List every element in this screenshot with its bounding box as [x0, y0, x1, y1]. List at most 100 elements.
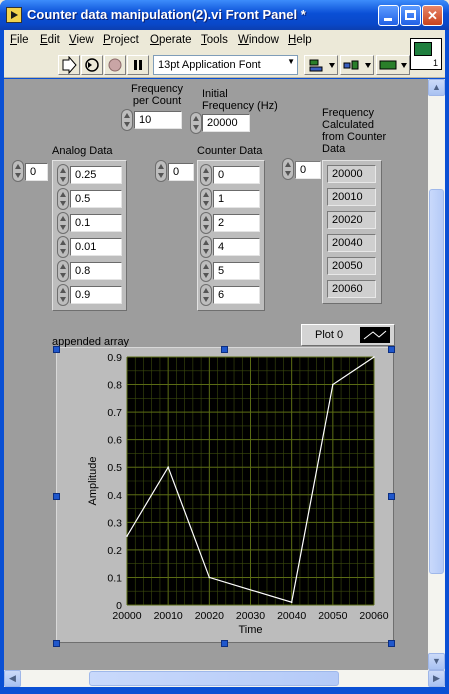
analog-index-input[interactable]: 0	[25, 163, 48, 181]
front-panel: Frequency per Count 10 Initial Frequency…	[4, 79, 428, 670]
close-button[interactable]: ✕	[422, 5, 443, 26]
analog-data-element-increment[interactable]	[57, 188, 69, 210]
freq-per-count-increment[interactable]	[121, 109, 133, 131]
toolbar: 13pt Application Font ▼	[4, 52, 445, 78]
pause-button[interactable]	[127, 55, 149, 75]
vi-connector-icon[interactable]: 1	[410, 38, 442, 70]
freq-per-count-label: Frequency per Count	[131, 83, 183, 107]
data-point	[373, 356, 375, 358]
analog-data-element-increment[interactable]	[57, 284, 69, 306]
vi-icon-screen	[414, 42, 432, 56]
menu-window[interactable]: Window	[238, 34, 279, 46]
counter-data-element-increment[interactable]	[200, 212, 212, 234]
x-tick-label: 20050	[318, 610, 347, 622]
counter-data-element-increment[interactable]	[200, 164, 212, 186]
freq-calc-index-increment[interactable]	[282, 158, 294, 180]
freq-calc-index-input[interactable]: 0	[295, 161, 321, 179]
counter-data-element[interactable]: 5	[213, 262, 260, 280]
analog-data-element[interactable]: 0.25	[70, 166, 122, 184]
menu-file[interactable]: File	[10, 34, 29, 46]
resize-handle[interactable]	[221, 640, 228, 647]
scroll-down-button[interactable]: ▼	[428, 653, 445, 670]
scroll-up-button[interactable]: ▲	[428, 79, 445, 96]
counter-data-element[interactable]: 4	[213, 238, 260, 256]
counter-data-element[interactable]: 6	[213, 286, 260, 304]
scroll-right-button[interactable]: ▶	[428, 670, 445, 687]
font-menu[interactable]: 13pt Application Font ▼	[153, 55, 298, 75]
chevron-down-icon: ▼	[287, 57, 295, 66]
horizontal-scrollbar[interactable]: ◀ ▶	[4, 670, 445, 687]
scroll-left-button[interactable]: ◀	[4, 670, 21, 687]
analog-data-element-increment[interactable]	[57, 260, 69, 282]
freq-calc-element: 20010	[327, 188, 376, 206]
data-point	[208, 576, 211, 579]
initial-freq-input[interactable]: 20000	[202, 114, 250, 132]
counter-index-input[interactable]: 0	[168, 163, 194, 181]
initial-freq-increment[interactable]	[190, 112, 202, 134]
analog-data-element-increment[interactable]	[57, 212, 69, 234]
analog-data-element-increment[interactable]	[57, 164, 69, 186]
abort-button[interactable]	[104, 55, 126, 75]
menu-help[interactable]: Help	[288, 34, 312, 46]
resize-handle[interactable]	[388, 346, 395, 353]
counter-data-element[interactable]: 2	[213, 214, 260, 232]
x-tick-label: 20010	[154, 610, 183, 622]
menu-view[interactable]: View	[69, 34, 94, 46]
font-menu-label: 13pt Application Font	[158, 59, 261, 71]
y-tick-label: 0.9	[107, 352, 122, 364]
y-tick-label: 0.3	[107, 517, 122, 529]
distribute-objects-button[interactable]	[340, 55, 374, 75]
resize-handle[interactable]	[221, 346, 228, 353]
analog-data-element[interactable]: 0.5	[70, 190, 122, 208]
counter-data-element-increment[interactable]	[200, 236, 212, 258]
y-tick-label: 0.5	[107, 462, 122, 474]
minimize-button[interactable]	[378, 5, 399, 26]
freq-calc-element: 20000	[327, 165, 376, 183]
y-axis-label: Amplitude	[87, 457, 99, 506]
vertical-scrollbar[interactable]: ▲ ▼	[428, 79, 445, 670]
title-bar[interactable]: Counter data manipulation(2).vi Front Pa…	[0, 0, 449, 30]
menu-tools[interactable]: Tools	[201, 34, 228, 46]
labview-vi-icon[interactable]	[6, 7, 22, 23]
analog-index-increment[interactable]	[12, 160, 24, 182]
menu-project[interactable]: Project	[103, 34, 139, 46]
resize-objects-button[interactable]	[376, 55, 410, 75]
counter-data-element-increment[interactable]	[200, 260, 212, 282]
y-tick-label: 0.2	[107, 545, 122, 557]
window-title: Counter data manipulation(2).vi Front Pa…	[27, 7, 306, 22]
counter-data-element-increment[interactable]	[200, 188, 212, 210]
horizontal-scroll-thumb[interactable]	[89, 671, 339, 686]
run-button[interactable]	[58, 55, 80, 75]
analog-data-element-increment[interactable]	[57, 236, 69, 258]
counter-index-increment[interactable]	[155, 160, 167, 182]
resize-handle[interactable]	[53, 493, 60, 500]
analog-data-label: Analog Data	[52, 145, 113, 157]
analog-data-element[interactable]: 0.9	[70, 286, 122, 304]
menu-bar: File Edit View Project Operate Tools Window Hel…	[4, 30, 445, 52]
waveform-graph: 20000 20010 20020 20030 20040 20050 20060 0 0.1 0…	[56, 347, 394, 643]
resize-handle[interactable]	[53, 640, 60, 647]
resize-handle[interactable]	[53, 346, 60, 353]
analog-data-element[interactable]: 0.8	[70, 262, 122, 280]
menu-edit[interactable]: Edit	[40, 34, 60, 46]
x-tick-label: 20020	[195, 610, 224, 622]
run-continuously-button[interactable]	[81, 55, 103, 75]
resize-handle[interactable]	[388, 640, 395, 647]
menu-operate[interactable]: Operate	[150, 34, 192, 46]
counter-data-label: Counter Data	[197, 145, 263, 157]
freq-calc-element: 20040	[327, 234, 376, 252]
y-tick-label: 0.6	[107, 435, 122, 447]
analog-data-element[interactable]: 0.1	[70, 214, 122, 232]
maximize-button[interactable]	[400, 5, 421, 26]
vertical-scroll-thumb[interactable]	[429, 189, 444, 574]
plot-legend[interactable]: Plot 0	[301, 324, 395, 346]
align-objects-button[interactable]	[304, 55, 338, 75]
analog-data-element[interactable]: 0.01	[70, 238, 122, 256]
counter-data-element-increment[interactable]	[200, 284, 212, 306]
freq-per-count-input[interactable]: 10	[134, 111, 182, 129]
counter-data-element[interactable]: 0	[213, 166, 260, 184]
resize-handle[interactable]	[388, 493, 395, 500]
freq-calc-label: Frequency Calculated from Counter Data	[322, 107, 387, 155]
data-point	[332, 383, 334, 386]
counter-data-element[interactable]: 1	[213, 190, 260, 208]
